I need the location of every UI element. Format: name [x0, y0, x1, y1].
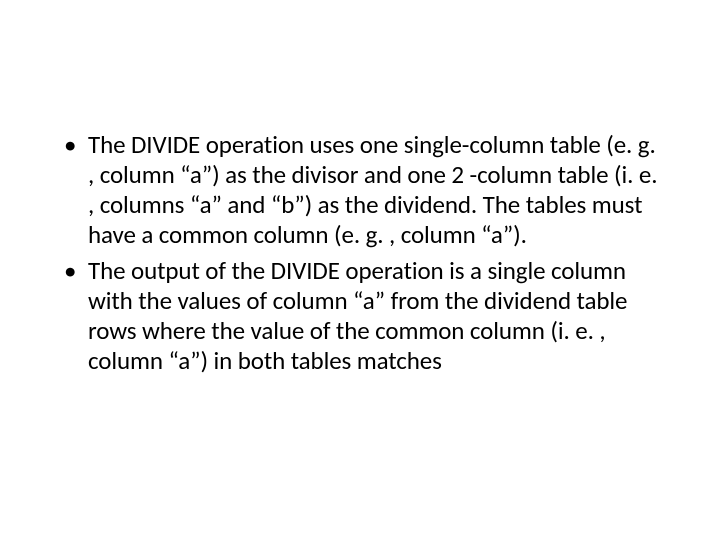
bullet-item: The output of the DIVIDE operation is a …: [60, 256, 660, 376]
slide: The DIVIDE operation uses one single-col…: [0, 0, 720, 540]
bullet-list: The DIVIDE operation uses one single-col…: [60, 130, 660, 376]
bullet-item: The DIVIDE operation uses one single-col…: [60, 130, 660, 250]
